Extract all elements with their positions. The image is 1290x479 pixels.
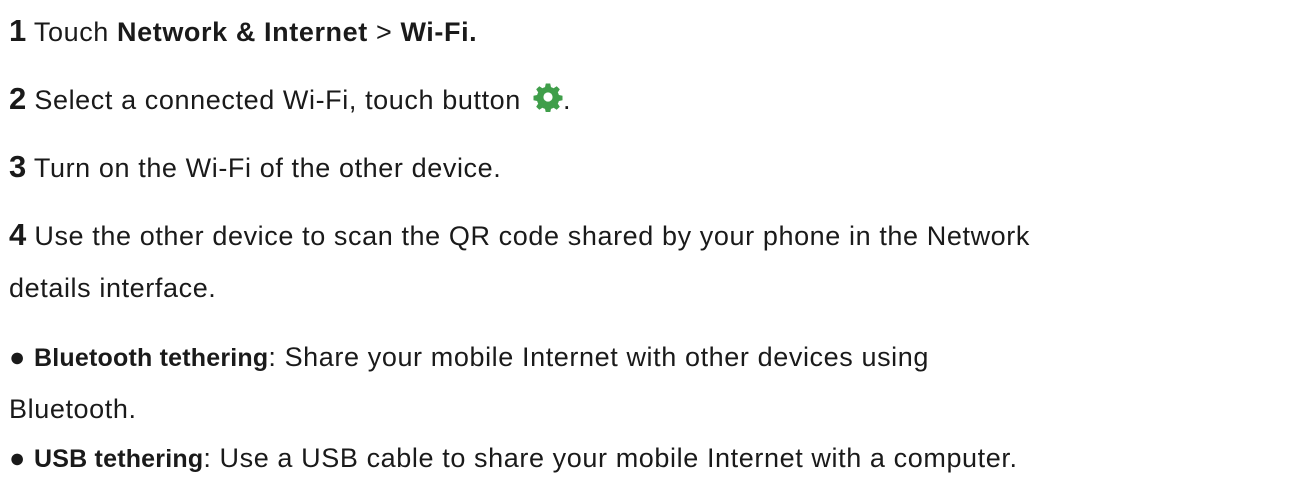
bullet-bluetooth-tethering: ● Bluetooth tethering: Share your mobile… — [9, 340, 929, 375]
step-text: > — [367, 17, 401, 47]
step-1: 1 Touch Network & Internet > Wi-Fi. — [9, 14, 477, 49]
bullet-label: USB tethering — [34, 445, 204, 473]
menu-path-wifi: Wi-Fi. — [400, 17, 478, 47]
bullet-marker: ● — [9, 342, 26, 372]
step-4-continuation: details interface. — [9, 271, 216, 305]
step-number: 3 — [9, 149, 27, 184]
bullet-text: : Share your mobile Internet with other … — [268, 342, 930, 372]
step-2: 2 Select a connected Wi-Fi, touch button… — [9, 82, 571, 117]
menu-path-network-internet: Network & Internet — [117, 17, 368, 47]
step-text: Touch — [26, 17, 118, 47]
step-3: 3 Turn on the Wi-Fi of the other device. — [9, 150, 501, 185]
bullet-text: Bluetooth. — [9, 394, 137, 424]
bullet-label: Bluetooth tethering — [34, 344, 269, 372]
step-number: 2 — [9, 81, 27, 116]
step-number: 1 — [9, 13, 27, 48]
step-text: details interface. — [9, 273, 217, 303]
step-text: Select a connected Wi-Fi, touch button — [26, 85, 529, 115]
gear-icon-svg — [533, 83, 563, 113]
step-number: 4 — [9, 217, 27, 252]
step-4: 4 Use the other device to scan the QR co… — [9, 218, 1030, 253]
bullet-marker: ● — [9, 443, 26, 473]
bullet-text: : Use a USB cable to share your mobile I… — [203, 443, 1018, 473]
step-text: . — [563, 85, 572, 115]
gear-icon — [533, 82, 563, 113]
step-text: Use the other device to scan the QR code… — [26, 221, 1030, 251]
bullet-bluetooth-continuation: Bluetooth. — [9, 392, 137, 426]
step-text: Turn on the Wi-Fi of the other device. — [26, 153, 502, 183]
bullet-usb-tethering: ● USB tethering: Use a USB cable to shar… — [9, 441, 1018, 476]
